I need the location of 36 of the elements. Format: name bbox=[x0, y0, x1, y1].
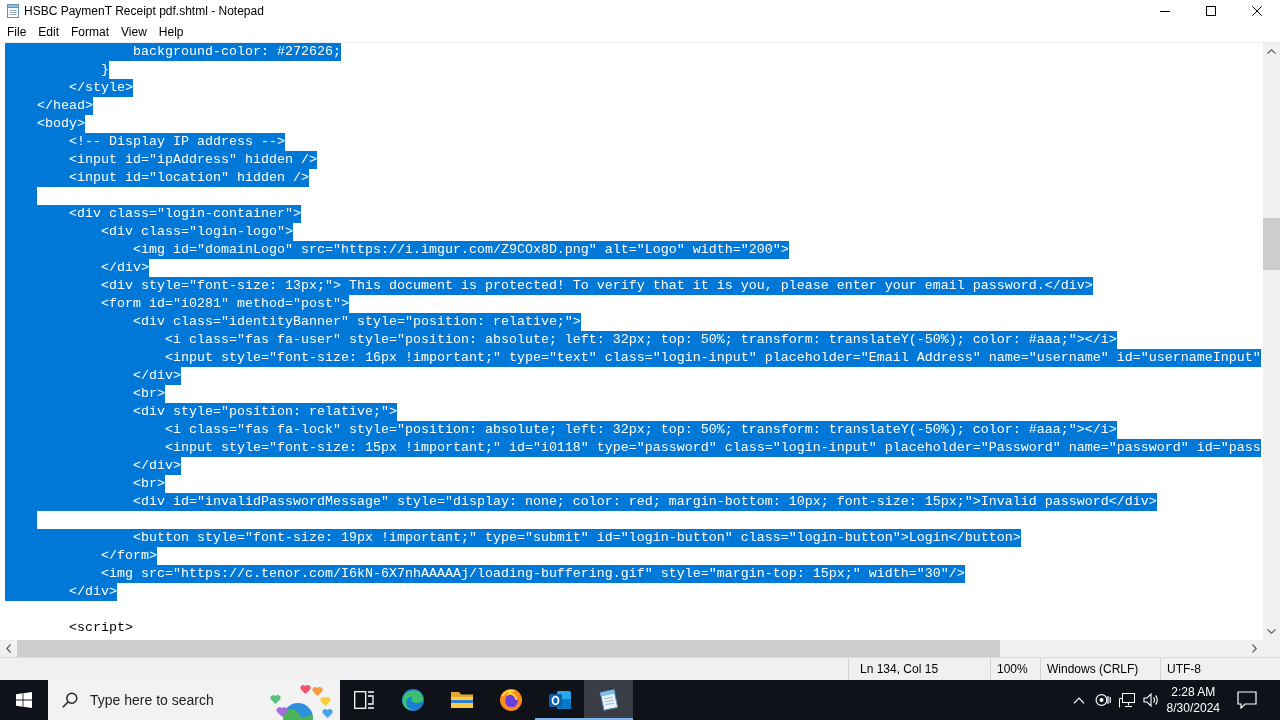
notification-icon[interactable] bbox=[1237, 691, 1257, 709]
chevron-left-icon bbox=[6, 644, 11, 653]
menu-item[interactable]: Format bbox=[65, 22, 116, 42]
fox-browser-icon bbox=[498, 688, 523, 712]
scrollbar-thumb[interactable] bbox=[17, 640, 1000, 657]
chevron-down-icon bbox=[1267, 629, 1276, 634]
clock-date[interactable]: 8/30/2024 bbox=[1166, 700, 1220, 716]
maximize-icon bbox=[1206, 6, 1216, 16]
search-box[interactable]: Type here to search bbox=[48, 680, 340, 720]
chevron-right-icon bbox=[1252, 644, 1257, 653]
network-icon[interactable] bbox=[1118, 692, 1135, 708]
menu-item[interactable]: File bbox=[1, 22, 33, 42]
notepad-icon bbox=[5, 3, 21, 19]
volume-icon[interactable] bbox=[1142, 692, 1159, 708]
menu-item[interactable]: Help bbox=[152, 22, 190, 42]
mail-app-icon bbox=[547, 688, 572, 712]
chevron-up-icon[interactable] bbox=[1072, 696, 1085, 704]
scrollbar-thumb[interactable] bbox=[1263, 218, 1280, 270]
code-line: <script> bbox=[68, 619, 133, 637]
camera-icon[interactable] bbox=[1094, 692, 1111, 708]
start-icon[interactable] bbox=[16, 692, 32, 708]
line-ending: Windows (CRLF) bbox=[1047, 661, 1139, 678]
search-field[interactable]: Type here to search bbox=[90, 690, 240, 710]
close-icon bbox=[1252, 6, 1262, 16]
cursor-position: Ln 134, Col 15 bbox=[860, 661, 939, 678]
menu-item[interactable]: View bbox=[115, 22, 153, 42]
chevron-up-icon bbox=[1267, 49, 1276, 54]
search-icon bbox=[62, 692, 78, 708]
encoding-label: UTF-8 bbox=[1167, 661, 1201, 678]
zoom-level: 100% bbox=[997, 661, 1028, 678]
clock-time[interactable]: 2:28 AM bbox=[1166, 684, 1220, 700]
taskbar-button[interactable] bbox=[584, 680, 633, 720]
wave-browser-icon bbox=[400, 688, 425, 712]
task-view-icon[interactable] bbox=[354, 691, 374, 709]
window-title: HSBC PaymenT Receipt pdf.shtml - Notepad bbox=[24, 3, 264, 20]
menu-item[interactable]: Edit bbox=[32, 22, 66, 42]
